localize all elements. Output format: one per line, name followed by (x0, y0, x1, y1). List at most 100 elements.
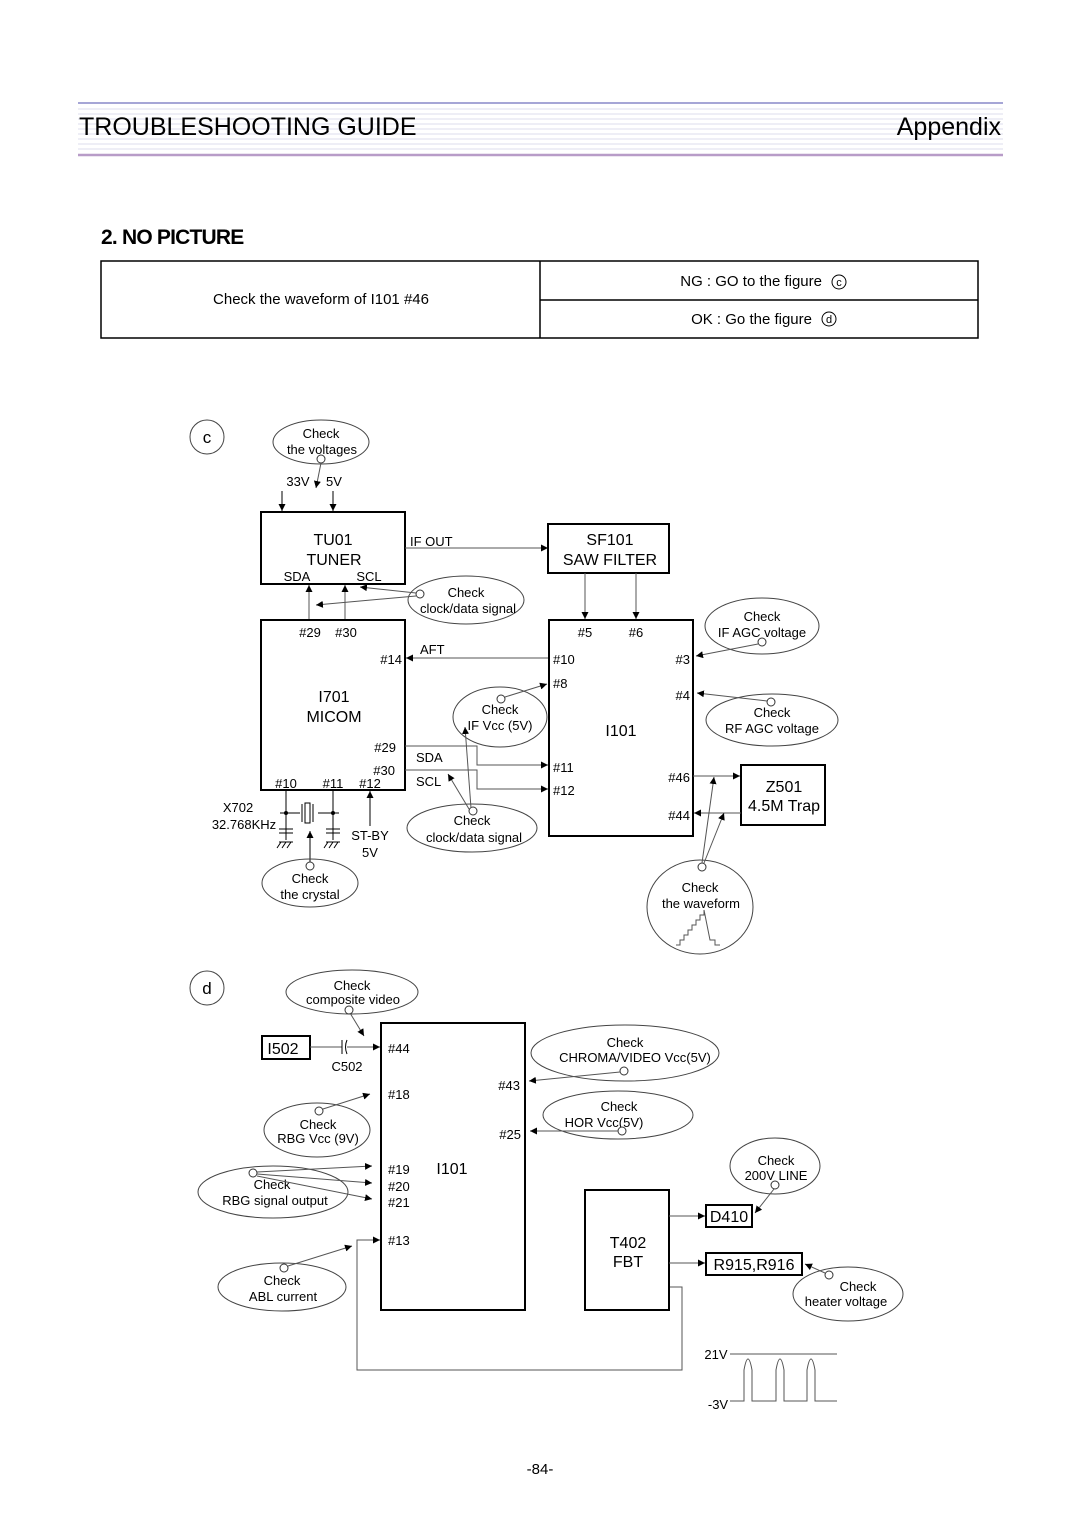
scl-label: SCL (416, 774, 441, 789)
check-hor-bubble: Check HOR Vcc(5V) (530, 1090, 694, 1140)
crystal-circuit: X702 32.768KHz ST-BY 5V (212, 790, 389, 862)
svg-text:heater voltage: heater voltage (805, 1294, 887, 1309)
svg-text:#4: #4 (676, 688, 690, 703)
svg-text:the crystal: the crystal (280, 887, 339, 902)
figure-c-label: c (203, 428, 212, 447)
svg-text:#44: #44 (668, 808, 690, 823)
v33-label: 33V (286, 474, 309, 489)
check-crystal-bubble: Check the crystal (261, 858, 359, 908)
ng-figure-ref: c (836, 277, 842, 289)
svg-text:Check: Check (482, 702, 519, 717)
svg-text:#12: #12 (553, 783, 575, 798)
svg-text:#25: #25 (499, 1127, 521, 1142)
check-rbg-vcc-bubble: Check RBG Vcc (9V) (263, 1092, 371, 1158)
figure-d: d Check composite video I502 C502 #44 #1… (189, 969, 904, 1412)
svg-text:Z501: Z501 (766, 779, 803, 796)
svg-text:#3: #3 (676, 652, 690, 667)
svg-text:RBG signal output: RBG signal output (222, 1193, 328, 1208)
figure-d-label: d (202, 979, 211, 998)
svg-text:#11: #11 (553, 760, 574, 775)
svg-text:#11: #11 (323, 776, 344, 791)
staircase-waveform-icon (676, 909, 720, 946)
header-section: Appendix (897, 113, 1002, 141)
svg-text:CHROMA/VIDEO Vcc(5V): CHROMA/VIDEO Vcc(5V) (559, 1050, 711, 1065)
c502-label: C502 (331, 1059, 362, 1074)
svg-text:#18: #18 (388, 1087, 410, 1102)
svg-text:#43: #43 (498, 1078, 520, 1093)
i502-label: I502 (267, 1041, 298, 1058)
svg-text:I701: I701 (318, 689, 349, 706)
svg-text:SF101: SF101 (586, 532, 633, 549)
waveform-high-label: 21V (704, 1347, 727, 1362)
svg-text:#29: #29 (374, 740, 396, 755)
trap-block: Z501 4.5M Trap (740, 764, 826, 826)
header-title: TROUBLESHOOTING GUIDE (79, 113, 417, 141)
svg-text:Check: Check (754, 705, 791, 720)
svg-text:Check: Check (840, 1279, 877, 1294)
fbt-block: T402 FBT (584, 1189, 670, 1311)
crystal-freq: 32.768KHz (212, 817, 276, 832)
saw-filter-block: SF101 SAW FILTER (547, 523, 670, 574)
svg-text:HOR Vcc(5V): HOR Vcc(5V) (565, 1115, 644, 1130)
svg-text:Check: Check (300, 1117, 337, 1132)
sda-label: SDA (416, 750, 443, 765)
table-ng: NG : GO to the figure (680, 273, 822, 290)
svg-text:I101: I101 (605, 723, 636, 740)
svg-text:MICOM: MICOM (306, 709, 361, 726)
r915-label: R915,R916 (714, 1257, 795, 1274)
page-title: 2. NO PICTURE (101, 226, 244, 249)
fbt-pulse-waveform: 21V -3V (704, 1347, 837, 1412)
svg-text:#44: #44 (388, 1041, 410, 1056)
svg-text:#30: #30 (335, 625, 357, 640)
crystal-ref: X702 (223, 800, 253, 815)
svg-text:Check: Check (607, 1035, 644, 1050)
svg-text:#8: #8 (553, 676, 567, 691)
check-rbg-output-bubble: Check RBG signal output (197, 1162, 373, 1219)
svg-text:#19: #19 (388, 1162, 410, 1177)
svg-text:Check: Check (303, 426, 340, 441)
svg-text:ABL current: ABL current (249, 1289, 318, 1304)
waveform-low-label: -3V (708, 1397, 729, 1412)
svg-text:TUNER: TUNER (306, 552, 361, 569)
check-200v-bubble: Check 200V LINE (729, 1137, 821, 1214)
svg-text:Check: Check (448, 585, 485, 600)
standby-label: ST-BY (351, 828, 389, 843)
svg-text:RF AGC voltage: RF AGC voltage (725, 721, 819, 736)
i101-block-d: #44 #18 #19 #20 #21 #13 I101 #43 #25 (380, 1022, 526, 1311)
check-rf-agc-bubble: Check RF AGC voltage (696, 690, 839, 747)
svg-text:#21: #21 (388, 1195, 410, 1210)
svg-text:#13: #13 (388, 1233, 410, 1248)
check-abl-bubble: Check ABL current (217, 1244, 353, 1312)
d410-label: D410 (710, 1209, 748, 1226)
svg-text:IF Vcc (5V): IF Vcc (5V) (467, 718, 532, 733)
svg-text:SCL: SCL (356, 569, 381, 584)
svg-text:#29: #29 (299, 625, 321, 640)
svg-text:SDA: SDA (284, 569, 311, 584)
svg-text:FBT: FBT (613, 1254, 643, 1271)
tuner-block: TU01 TUNER SDA SCL (260, 511, 406, 585)
svg-text:T402: T402 (610, 1235, 647, 1252)
svg-text:Check: Check (601, 1099, 638, 1114)
micom-block: #29 #30 #14 I701 MICOM #29 #30 #10 #11 #… (260, 619, 406, 791)
i101-block-c: #5 #6 #10 #8 #3 #4 I101 #11 #12 #46 #44 (548, 619, 694, 837)
svg-text:clock/data signal: clock/data signal (420, 601, 516, 616)
header: TROUBLESHOOTING GUIDE Appendix (78, 102, 1003, 157)
svg-text:#5: #5 (578, 625, 592, 640)
svg-text:#10: #10 (275, 776, 297, 791)
svg-text:#6: #6 (629, 625, 643, 640)
page: TROUBLESHOOTING GUIDE Appendix 2. NO PIC… (78, 102, 1003, 1478)
svg-text:Check: Check (292, 871, 329, 886)
svg-text:Check: Check (682, 880, 719, 895)
svg-text:composite video: composite video (306, 992, 400, 1007)
svg-text:#12: #12 (359, 776, 381, 791)
decision-table: Check the waveform of I101 #46 NG : GO t… (100, 260, 979, 339)
check-if-agc-bubble: Check IF AGC voltage (695, 597, 820, 659)
svg-text:#20: #20 (388, 1179, 410, 1194)
v5-label: 5V (326, 474, 342, 489)
svg-text:Check: Check (334, 978, 371, 993)
svg-text:#46: #46 (668, 770, 690, 785)
page-number: -84- (527, 1461, 554, 1478)
svg-text:Check: Check (758, 1153, 795, 1168)
svg-text:TU01: TU01 (313, 532, 352, 549)
svg-text:I101: I101 (436, 1161, 467, 1178)
